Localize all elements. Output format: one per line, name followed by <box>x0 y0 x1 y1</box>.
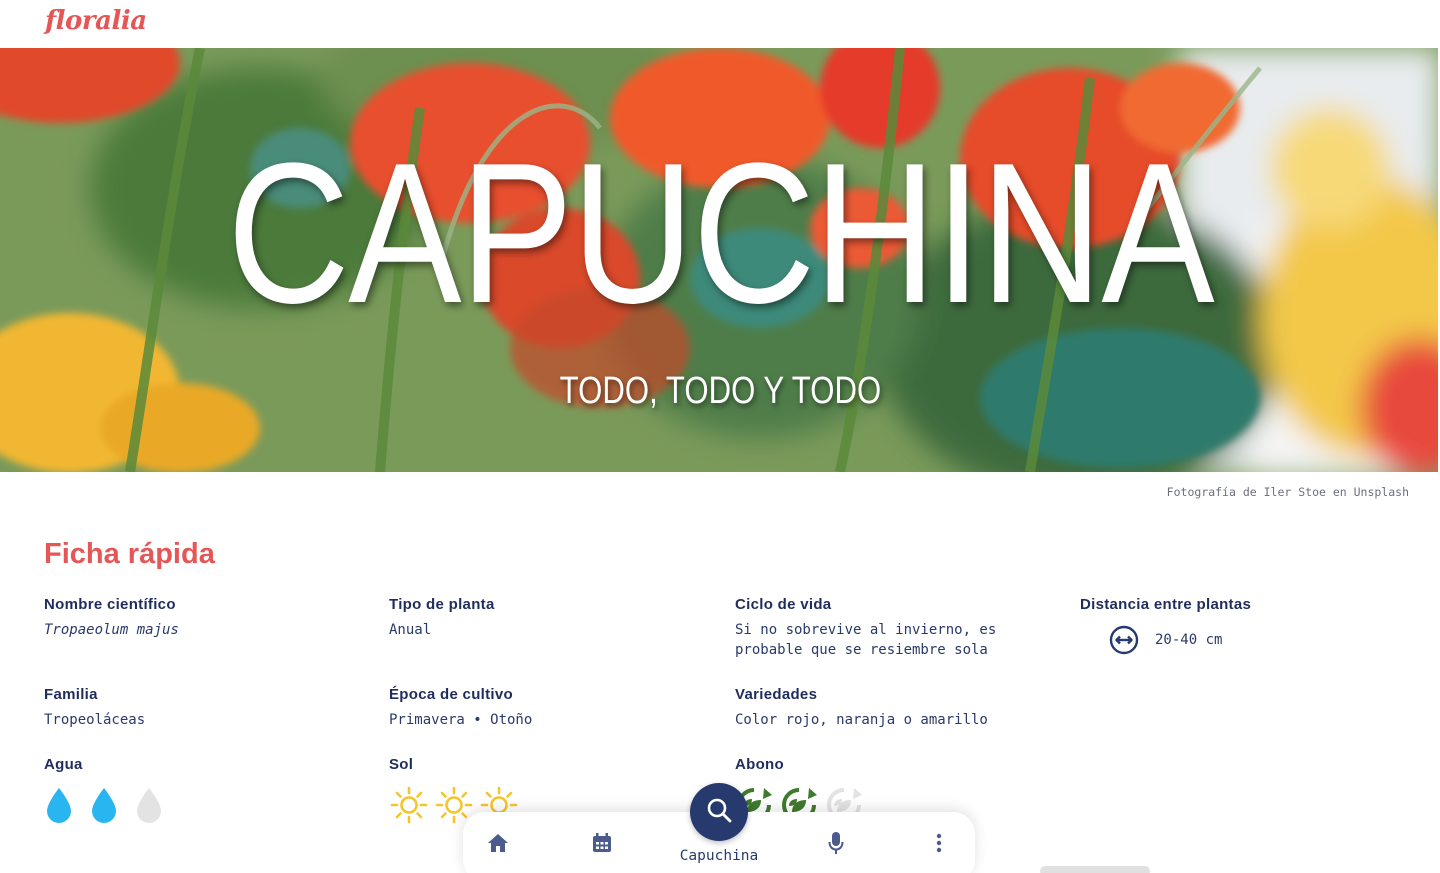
scientific-name-label: Nombre científico <box>44 596 176 613</box>
hero-subtitle: TODO, TODO Y TODO <box>559 370 882 412</box>
season-label: Época de cultivo <box>389 686 513 703</box>
family-label: Familia <box>44 686 98 703</box>
home-icon <box>486 832 510 858</box>
spacing-field: Distancia entre plantas 20-40 cm <box>1080 596 1410 655</box>
water-level <box>44 785 364 825</box>
spacing-label: Distancia entre plantas <box>1080 596 1252 613</box>
season-field: Época de cultivo Primavera • Otoño <box>389 686 709 730</box>
search-icon <box>705 796 733 828</box>
floralia-logo[interactable]: floralia <box>45 6 147 36</box>
quick-sheet-title: Ficha rápida <box>44 538 215 570</box>
life-cycle-value: Si no sobrevive al invierno, es probable… <box>735 622 997 658</box>
life-cycle-field: Ciclo de vida Si no sobrevive al inviern… <box>735 596 1065 660</box>
top-bar: floralia <box>0 0 1440 48</box>
nav-calendar-button[interactable] <box>585 830 619 860</box>
calendar-icon <box>591 832 613 858</box>
water-label: Agua <box>44 756 83 773</box>
varieties-value: Color rojo, naranja o amarillo <box>735 712 988 728</box>
nav-home-button[interactable] <box>481 830 515 860</box>
search-button[interactable] <box>690 783 748 841</box>
water-drop-icon <box>44 785 89 825</box>
plant-type-value: Anual <box>389 622 432 638</box>
microphone-icon <box>828 831 844 859</box>
family-field: Familia Tropeoláceas <box>44 686 364 730</box>
distance-arrows-icon <box>1109 625 1139 655</box>
water-drop-icon <box>89 785 134 825</box>
nav-more-button[interactable] <box>922 830 956 860</box>
search-label[interactable]: Capuchina <box>660 848 778 864</box>
water-field: Agua <box>44 756 364 825</box>
fertilizer-label: Abono <box>735 756 784 773</box>
hero-title: CAPUCHINA <box>227 122 1215 345</box>
life-cycle-label: Ciclo de vida <box>735 596 832 613</box>
hero-banner: CAPUCHINA TODO, TODO Y TODO <box>0 48 1438 472</box>
scientific-name-value: Tropaeolum majus <box>44 622 179 638</box>
spacing-value: 20-40 cm <box>1155 632 1223 648</box>
photo-credit[interactable]: Fotografía de Iler Stoe en Unsplash <box>1167 485 1409 499</box>
family-value: Tropeoláceas <box>44 712 146 728</box>
plant-type-field: Tipo de planta Anual <box>389 596 709 640</box>
season-value: Primavera • Otoño <box>389 712 533 728</box>
more-vertical-icon <box>936 833 942 857</box>
sun-label: Sol <box>389 756 414 773</box>
plant-type-label: Tipo de planta <box>389 596 495 613</box>
floating-bar-shadow <box>1040 866 1150 873</box>
water-drop-icon <box>134 785 179 825</box>
sun-icon <box>389 785 434 825</box>
nav-voice-button[interactable] <box>819 830 853 860</box>
varieties-label: Variedades <box>735 686 818 703</box>
scientific-name-field: Nombre científico Tropaeolum majus <box>44 596 364 640</box>
varieties-field: Variedades Color rojo, naranja o amarill… <box>735 686 1065 730</box>
